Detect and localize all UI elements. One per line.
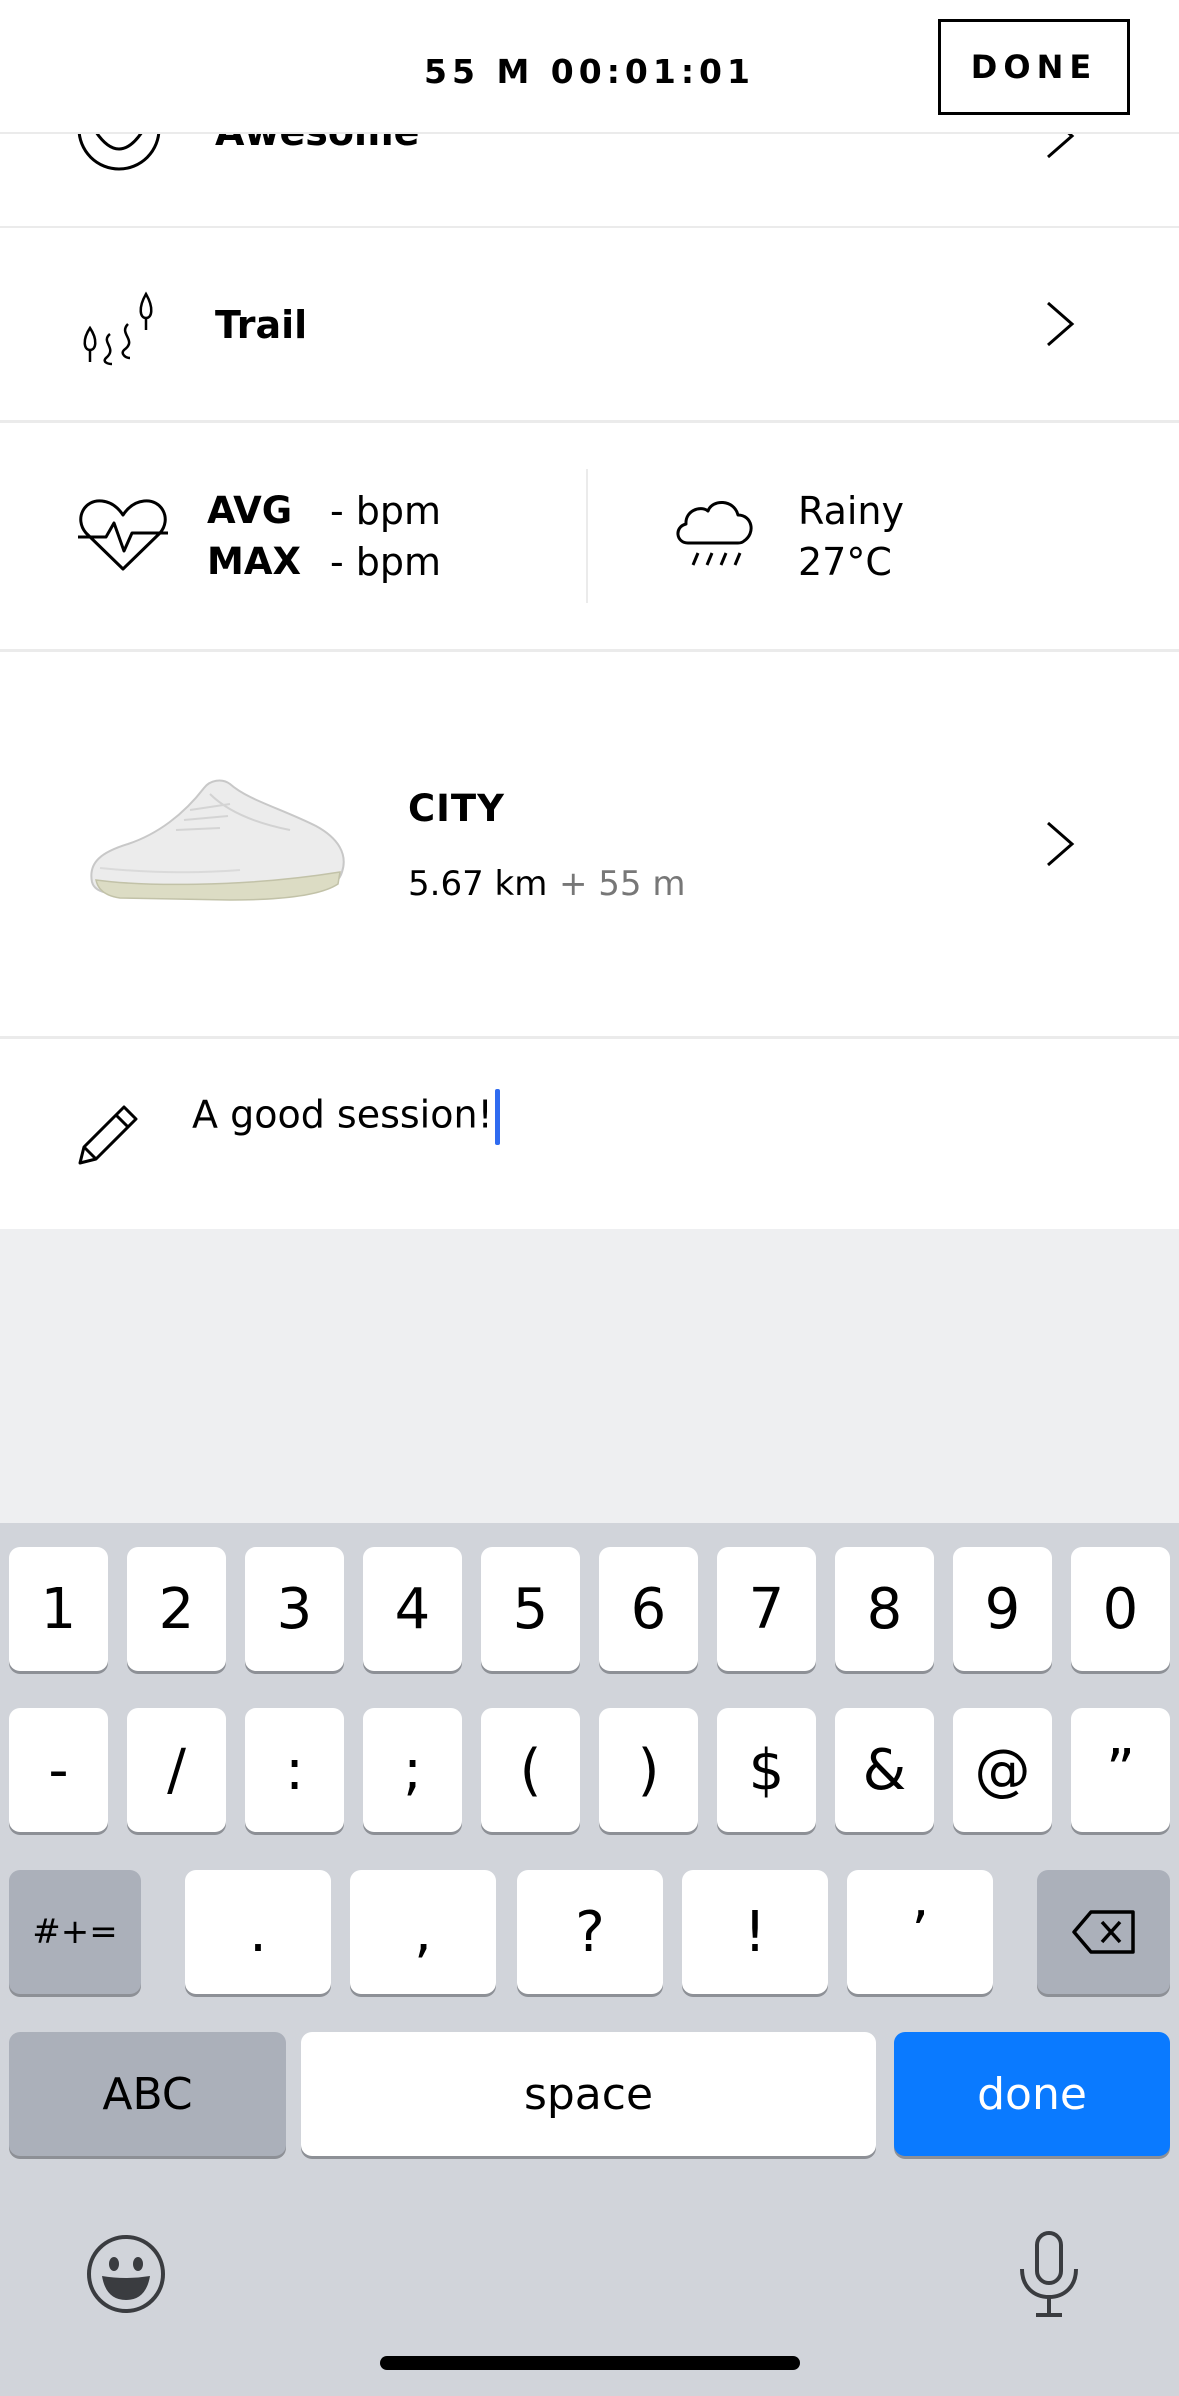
top-bar: 55 M 00:01:01 DONE xyxy=(0,0,1179,134)
avg-label: AVG xyxy=(207,489,293,532)
key-question[interactable]: ? xyxy=(517,1870,663,1994)
key-5[interactable]: 5 xyxy=(481,1547,580,1671)
pencil-icon xyxy=(78,1105,138,1165)
key-dollar[interactable]: $ xyxy=(717,1708,816,1832)
key-9[interactable]: 9 xyxy=(953,1547,1052,1671)
key-3[interactable]: 3 xyxy=(245,1547,344,1671)
empty-area xyxy=(0,1229,1179,1523)
key-open-paren[interactable]: ( xyxy=(481,1708,580,1832)
backspace-key[interactable] xyxy=(1037,1870,1170,1994)
keyboard: 1 2 3 4 5 6 7 8 9 0 - / : ; ( ) $ & @ ” … xyxy=(0,1523,1179,2396)
shoe-row[interactable]: CITY 5.67 km + 55 m xyxy=(0,652,1179,1036)
microphone-icon[interactable] xyxy=(1014,2229,1084,2321)
key-6[interactable]: 6 xyxy=(599,1547,698,1671)
key-quote[interactable]: ” xyxy=(1071,1708,1170,1832)
key-apostrophe[interactable]: ’ xyxy=(847,1870,993,1994)
key-at[interactable]: @ xyxy=(953,1708,1052,1832)
key-colon[interactable]: : xyxy=(245,1708,344,1832)
key-0[interactable]: 0 xyxy=(1071,1547,1170,1671)
space-key[interactable]: space xyxy=(301,2032,876,2156)
max-label: MAX xyxy=(207,540,301,583)
key-8[interactable]: 8 xyxy=(835,1547,934,1671)
metrics-row: AVG - bpm MAX - bpm Rainy 27°C xyxy=(0,423,1179,649)
note-input[interactable]: A good session! xyxy=(192,1089,500,1145)
text-caret xyxy=(494,1089,500,1145)
key-2[interactable]: 2 xyxy=(127,1547,226,1671)
key-abc[interactable]: ABC xyxy=(9,2032,286,2156)
max-value: - bpm xyxy=(330,540,442,584)
shoe-name: CITY xyxy=(408,787,505,830)
key-hyphen[interactable]: - xyxy=(9,1708,108,1832)
weather-condition: Rainy xyxy=(798,489,904,533)
chevron-right-icon xyxy=(1047,301,1075,347)
shoe-distance: 5.67 km xyxy=(408,864,548,904)
key-more-symbols[interactable]: #+= xyxy=(9,1870,141,1994)
emoji-icon[interactable] xyxy=(86,2234,166,2314)
metrics-separator xyxy=(586,469,588,603)
key-comma[interactable]: , xyxy=(350,1870,496,1994)
key-7[interactable]: 7 xyxy=(717,1547,816,1671)
key-period[interactable]: . xyxy=(185,1870,331,1994)
key-slash[interactable]: / xyxy=(127,1708,226,1832)
trail-trees-icon xyxy=(83,291,153,366)
shoe-extra-distance: + 55 m xyxy=(559,864,686,904)
shoe-image xyxy=(90,779,345,901)
note-row[interactable]: A good session! xyxy=(0,1039,1179,1229)
rain-cloud-icon xyxy=(676,501,753,566)
terrain-row[interactable]: Trail xyxy=(0,228,1179,420)
key-exclamation[interactable]: ! xyxy=(682,1870,828,1994)
heart-rate-icon xyxy=(78,499,168,571)
chevron-right-icon xyxy=(1047,821,1075,867)
terrain-label: Trail xyxy=(215,303,308,347)
key-4[interactable]: 4 xyxy=(363,1547,462,1671)
key-ampersand[interactable]: & xyxy=(835,1708,934,1832)
key-1[interactable]: 1 xyxy=(9,1547,108,1671)
weather-temperature: 27°C xyxy=(798,540,892,584)
note-text: A good session! xyxy=(192,1092,493,1137)
backspace-icon xyxy=(1071,1910,1135,1954)
avg-value: - bpm xyxy=(330,489,442,533)
key-semicolon[interactable]: ; xyxy=(363,1708,462,1832)
key-close-paren[interactable]: ) xyxy=(599,1708,698,1832)
home-indicator xyxy=(380,2356,800,2370)
done-button[interactable]: DONE xyxy=(938,19,1130,115)
keyboard-done-key[interactable]: done xyxy=(894,2032,1170,2156)
